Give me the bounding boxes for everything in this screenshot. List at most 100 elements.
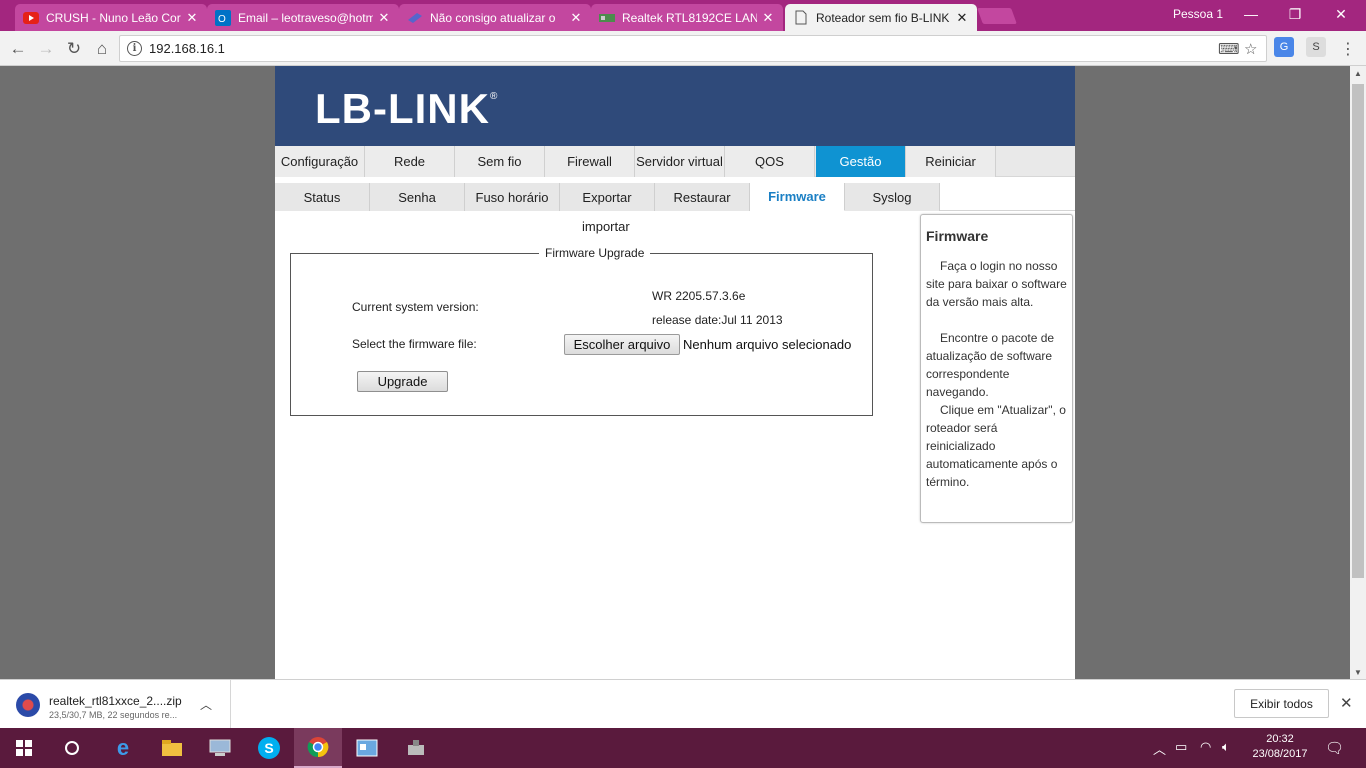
tab-syslog[interactable]: Syslog bbox=[845, 183, 940, 211]
skype-icon[interactable]: S bbox=[245, 728, 293, 768]
edge-icon[interactable]: e bbox=[99, 728, 147, 768]
close-tab-icon[interactable]: ✕ bbox=[185, 10, 199, 26]
nav-firewall[interactable]: Firewall bbox=[545, 146, 635, 177]
forum-icon bbox=[407, 10, 423, 26]
version-value: WR 2205.57.3.6e bbox=[652, 289, 746, 303]
help-paragraph-1: Faça o login no nosso site para baixar o… bbox=[926, 259, 1067, 309]
chevron-up-tray-icon[interactable]: ︿ bbox=[1153, 739, 1166, 758]
network-card-icon bbox=[599, 10, 615, 26]
clock-time: 20:32 bbox=[1266, 733, 1294, 745]
battery-icon[interactable]: ▭ bbox=[1175, 739, 1187, 755]
nav-gestao[interactable]: Gestão bbox=[816, 146, 906, 177]
device-icon[interactable] bbox=[392, 728, 440, 768]
tab-title: Email – leotraveso@hotm bbox=[238, 10, 373, 25]
show-all-downloads-button[interactable]: Exibir todos bbox=[1234, 689, 1329, 718]
select-file-label: Select the firmware file: bbox=[352, 337, 477, 351]
nav-rede[interactable]: Rede bbox=[365, 146, 455, 177]
router-admin-page: LB-LINK® Configuração Rede Sem fio Firew… bbox=[275, 66, 1075, 679]
browser-tab-router[interactable]: Roteador sem fio B-LINK ✕ bbox=[785, 4, 977, 31]
outlook-icon: O bbox=[215, 9, 231, 26]
scroll-down-icon[interactable]: ▼ bbox=[1350, 665, 1366, 679]
profile-button[interactable]: Pessoa 1 bbox=[1173, 7, 1223, 21]
translate-icon[interactable]: ⌨ bbox=[1218, 40, 1240, 58]
release-date-value: release date:Jul 11 2013 bbox=[652, 313, 783, 327]
fieldset-legend: Firmware Upgrade bbox=[539, 246, 651, 260]
upgrade-button[interactable]: Upgrade bbox=[357, 371, 448, 392]
sub-navigation: Status Senha Fuso horário Exportar Resta… bbox=[275, 183, 1075, 211]
browser-tab-forum[interactable]: Não consigo atualizar o ✕ bbox=[399, 4, 591, 31]
browser-tab-youtube[interactable]: CRUSH - Nuno Leão Cor ✕ bbox=[15, 4, 207, 31]
back-icon[interactable]: ← bbox=[6, 37, 30, 61]
close-tab-icon[interactable]: ✕ bbox=[377, 10, 391, 26]
current-version-label: Current system version: bbox=[352, 300, 479, 314]
firmware-upgrade-fieldset: Firmware Upgrade Current system version:… bbox=[290, 246, 873, 416]
nav-configuracao[interactable]: Configuração bbox=[275, 146, 365, 177]
tab-title: CRUSH - Nuno Leão Cor bbox=[46, 10, 181, 25]
close-tab-icon[interactable]: ✕ bbox=[761, 10, 775, 26]
page-viewport: LB-LINK® Configuração Rede Sem fio Firew… bbox=[0, 66, 1350, 679]
header-banner: LB-LINK® bbox=[275, 66, 1075, 146]
import-label: importar bbox=[582, 219, 630, 234]
menu-icon[interactable]: ⋮ bbox=[1336, 37, 1360, 61]
svg-text:O: O bbox=[218, 14, 226, 25]
nav-qos[interactable]: QOS bbox=[725, 146, 815, 177]
new-tab-button[interactable] bbox=[977, 8, 1017, 24]
lb-link-logo: LB-LINK® bbox=[315, 85, 499, 132]
nav-servidor-virtual[interactable]: Servidor virtual bbox=[635, 146, 725, 177]
tab-restaurar[interactable]: Restaurar bbox=[655, 183, 750, 211]
system-clock[interactable]: 20:32 23/08/2017 bbox=[1245, 732, 1315, 762]
browser-tab-email[interactable]: O Email – leotraveso@hotm ✕ bbox=[207, 4, 399, 31]
bookmark-star-icon[interactable]: ☆ bbox=[1244, 40, 1257, 58]
windows-taskbar: e S ︿ ▭ ◠ 🔈︎ 20:32 23/08/2017 🗨︎ bbox=[0, 728, 1366, 768]
download-status: 23,5/30,7 MB, 22 segundos re... bbox=[49, 710, 178, 720]
cortana-icon[interactable] bbox=[48, 728, 96, 768]
home-icon[interactable]: ⌂ bbox=[90, 37, 114, 61]
site-info-icon[interactable]: i bbox=[127, 41, 142, 56]
tab-senha[interactable]: Senha bbox=[370, 183, 465, 211]
page-icon bbox=[793, 10, 809, 26]
close-tab-icon[interactable]: ✕ bbox=[955, 10, 969, 26]
file-status-text: Nenhum arquivo selecionado bbox=[683, 337, 852, 352]
nav-sem-fio[interactable]: Sem fio bbox=[455, 146, 545, 177]
start-icon[interactable] bbox=[0, 728, 48, 768]
address-bar[interactable]: i 192.168.16.1 ⌨ ☆ bbox=[119, 35, 1267, 62]
help-paragraph-2: Encontre o pacote de atualização de soft… bbox=[926, 331, 1055, 399]
nav-reiniciar[interactable]: Reiniciar bbox=[906, 146, 996, 177]
computer-icon[interactable] bbox=[196, 728, 244, 768]
tab-firmware[interactable]: Firmware bbox=[750, 183, 845, 211]
google-translate-icon[interactable]: G bbox=[1274, 37, 1294, 57]
reload-icon[interactable]: ↻ bbox=[62, 37, 86, 61]
help-title: Firmware bbox=[926, 228, 989, 244]
tab-exportar[interactable]: Exportar bbox=[560, 183, 655, 211]
chrome-icon[interactable] bbox=[294, 728, 342, 768]
notification-icon[interactable]: 🗨︎ bbox=[1325, 739, 1344, 757]
file-explorer-icon[interactable] bbox=[148, 728, 196, 768]
tab-status[interactable]: Status bbox=[275, 183, 370, 211]
download-shelf: realtek_rtl81xxce_2....zip 23,5/30,7 MB,… bbox=[0, 679, 1366, 729]
scroll-up-icon[interactable]: ▲ bbox=[1350, 66, 1366, 80]
browser-tab-realtek[interactable]: Realtek RTL8192CE LAN ✕ bbox=[591, 4, 783, 31]
choose-file-button[interactable]: Escolher arquivo bbox=[564, 334, 680, 355]
control-panel-icon[interactable] bbox=[343, 728, 391, 768]
download-progress-icon bbox=[16, 693, 40, 717]
scrollbar-thumb[interactable] bbox=[1352, 84, 1364, 578]
minimize-icon[interactable]: — bbox=[1228, 0, 1274, 28]
wifi-icon[interactable]: ◠ bbox=[1200, 739, 1211, 755]
tab-fuso-horario[interactable]: Fuso horário bbox=[465, 183, 560, 211]
clock-date: 23/08/2017 bbox=[1252, 748, 1308, 760]
browser-toolbar: ← → ↻ ⌂ i 192.168.16.1 ⌨ ☆ G S ⋮ bbox=[0, 31, 1366, 66]
volume-icon[interactable]: 🔈︎ bbox=[1222, 739, 1230, 755]
forward-icon[interactable]: → bbox=[34, 37, 58, 61]
close-tab-icon[interactable]: ✕ bbox=[569, 10, 583, 26]
tab-title: Roteador sem fio B-LINK bbox=[816, 10, 950, 25]
s-extension-icon[interactable]: S bbox=[1306, 37, 1326, 57]
tab-title: Realtek RTL8192CE LAN bbox=[622, 10, 757, 25]
help-paragraph-3: Clique em "Atualizar", o roteador será r… bbox=[926, 403, 1066, 489]
restore-icon[interactable]: ❐ bbox=[1272, 0, 1318, 28]
download-item[interactable]: realtek_rtl81xxce_2....zip 23,5/30,7 MB,… bbox=[0, 680, 231, 729]
url-text[interactable]: 192.168.16.1 bbox=[149, 41, 225, 56]
chevron-up-icon[interactable]: ︿ bbox=[200, 696, 212, 713]
close-download-shelf-icon[interactable]: ✕ bbox=[1340, 694, 1353, 712]
close-window-icon[interactable]: ✕ bbox=[1318, 0, 1364, 28]
vertical-scrollbar[interactable]: ▲ ▼ bbox=[1350, 66, 1366, 679]
